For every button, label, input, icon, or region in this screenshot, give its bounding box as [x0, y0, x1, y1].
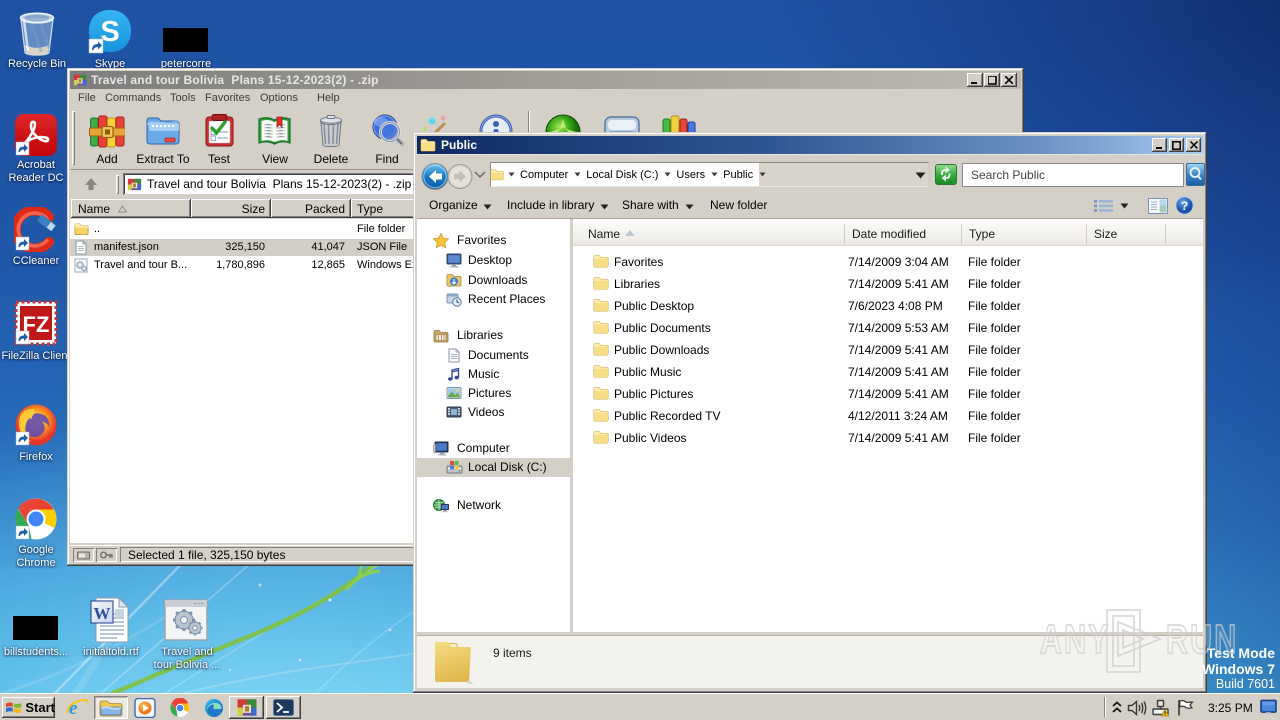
svg-text:ANY: ANY — [1040, 615, 1111, 662]
svg-text:W: W — [94, 604, 111, 623]
svg-text:?: ? — [1181, 199, 1188, 213]
svg-text:RUN: RUN — [1166, 615, 1238, 662]
